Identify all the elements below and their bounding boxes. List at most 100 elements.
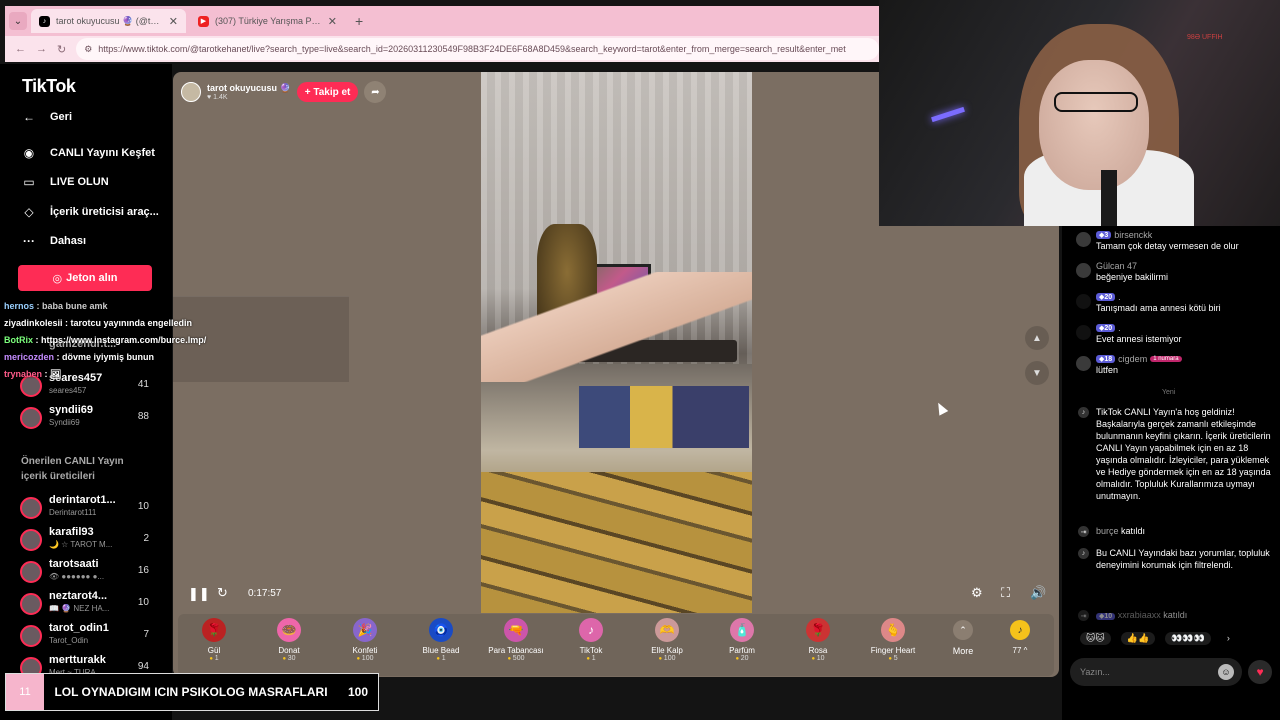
gift-item[interactable]: 🌹 Rosa 10 (782, 618, 854, 662)
account-name: syndii69 (49, 404, 94, 416)
suggested-account[interactable]: tarot_odin1 Tarot_Odin 7 (20, 622, 155, 650)
nav-item-more[interactable]: ··· Dahası (20, 234, 86, 248)
site-settings-icon[interactable]: ⚙ (84, 44, 92, 55)
welcome-text: TikTok CANLI Yayın'a hoş geldiniz! Başka… (1096, 407, 1271, 501)
gift-name: Gül (207, 646, 221, 655)
tiktok-logo[interactable]: TikTok (22, 76, 76, 97)
more-gifts-label: More (952, 646, 974, 656)
gift-item[interactable]: 🌹 Gül 1 (178, 618, 250, 662)
get-coins-button[interactable]: ◎ Jeton alın (18, 265, 152, 291)
blue-bead-icon: 🧿 (429, 618, 453, 642)
system-message: ♪ Bu CANLI Yayındaki bazı yorumlar, topl… (1076, 547, 1272, 571)
forward-arrow-icon[interactable]: → (36, 43, 47, 55)
previous-live-button[interactable]: ▲ (1025, 326, 1049, 350)
chat-username[interactable]: . (1118, 292, 1121, 302)
gift-item[interactable]: 🧴 Parfüm 20 (706, 618, 778, 662)
heart-icon[interactable]: ♥ (1248, 660, 1272, 684)
chat-username[interactable]: burçe (1096, 526, 1119, 536)
back-button[interactable]: ← Geri (20, 110, 72, 124)
url-input[interactable]: ⚙ https://www.tiktok.com/@tarotkehanet/l… (76, 38, 879, 60)
chat-username[interactable]: xxrabiaaxx (1118, 610, 1161, 620)
suggested-account[interactable]: neztarot4... 📖 🔮 NEZ HA... 10 (20, 590, 155, 618)
goal-text: LOL OYNADIGIM ICIN PSIKOLOG MASRAFLARI (54, 685, 328, 699)
next-live-button[interactable]: ▼ (1025, 361, 1049, 385)
overlay-chat-line: hernos : baba bune amk (4, 301, 108, 311)
quick-reaction-button[interactable]: 👀👀👀 (1165, 632, 1211, 645)
back-arrow-icon[interactable]: ← (15, 43, 26, 55)
overlay-chat-line: trynaben : 🖼 (4, 369, 62, 379)
level-badge: ◆3 (1096, 231, 1112, 239)
more-dots-icon: ··· (23, 234, 35, 248)
chevron-right-icon[interactable]: › (1221, 632, 1236, 645)
chat-username[interactable]: cigdem (1118, 354, 1147, 364)
settings-icon[interactable]: ⚙ (971, 585, 983, 601)
coin-icon: ◎ (52, 272, 63, 285)
suggested-account[interactable]: derintarot1... Derintarot111 10 (20, 494, 155, 522)
emoji-icon[interactable]: ☺ (1218, 664, 1234, 680)
chat-username[interactable]: birsenckk (1114, 230, 1152, 240)
live-video[interactable] (481, 72, 752, 613)
window-menu-icon[interactable]: ⌄ (9, 12, 27, 30)
gift-name: Blue Bead (422, 646, 460, 655)
quick-reaction-button[interactable]: 👍👍 (1120, 632, 1156, 645)
fullscreen-icon[interactable]: ⛶ (1001, 585, 1010, 601)
gift-price: 1 (178, 655, 250, 662)
chat-username[interactable]: . (1118, 323, 1121, 333)
gift-item[interactable]: 🔫 Para Tabancası 500 (480, 618, 552, 662)
volume-icon[interactable]: 🔊 (1030, 585, 1046, 601)
join-text: katıldı (1163, 610, 1188, 620)
nav-item-live-discover[interactable]: ◉ CANLI Yayını Keşfet (20, 146, 155, 160)
chat-username[interactable]: Gülcan 47 (1096, 261, 1137, 271)
gift-price: 1 (405, 655, 477, 662)
gift-price: 30 (253, 655, 325, 662)
gift-name: Rosa (808, 646, 828, 655)
coin-balance-button[interactable]: ♪ 77 ^ (1000, 620, 1040, 655)
account-name: tarotsaati (49, 558, 99, 570)
streamer-name[interactable]: tarot okuyucusu 🔮 (207, 83, 291, 94)
webcam-glasses (1054, 92, 1138, 112)
gift-item[interactable]: 🧿 Blue Bead 1 (405, 618, 477, 662)
account-subtitle: 👁 ●●●●●● ●... (49, 572, 105, 581)
browser-tab-tiktok[interactable]: ♪ tarot okuyucusu 🔮 (@tarot ✕ (31, 9, 186, 33)
avatar (1076, 356, 1091, 371)
share-icon[interactable]: ➦ (364, 81, 387, 103)
chat-input[interactable]: Yazın... (1070, 658, 1242, 686)
close-tab-icon[interactable]: ✕ (328, 15, 337, 28)
nav-label: CANLI Yayını Keşfet (50, 147, 155, 159)
close-tab-icon[interactable]: ✕ (169, 15, 178, 28)
level-badge: ◆20 (1096, 324, 1116, 332)
streamer-header: tarot okuyucusu 🔮 ♥ 1.4K + Takip et ➦ (181, 80, 387, 104)
account-name: derintarot1... (49, 494, 116, 506)
gift-item[interactable]: 🫶 Elle Kalp 100 (631, 618, 703, 662)
chevron-up-icon: ⌃ (953, 620, 973, 640)
account-name: tarot_odin1 (49, 622, 109, 634)
level-badge: ◆18 (1096, 355, 1116, 363)
new-tab-icon[interactable]: + (349, 13, 369, 29)
gift-item[interactable]: 🎉 Konfeti 100 (329, 618, 401, 662)
refresh-icon[interactable]: ↻ (217, 585, 228, 601)
gift-item[interactable]: 🫰 Finger Heart 5 (857, 618, 929, 662)
follow-button[interactable]: + Takip et (296, 82, 359, 102)
video-card-boxes (579, 386, 749, 448)
streamer-avatar[interactable] (181, 82, 201, 102)
url-text: https://www.tiktok.com/@tarotkehanet/liv… (98, 44, 846, 54)
quick-reaction-button[interactable]: 🐱🐱 (1080, 632, 1111, 645)
reload-icon[interactable]: ↻ (57, 43, 66, 56)
account-subtitle: Syndii69 (49, 418, 80, 427)
chat-text: lütfen (1096, 365, 1119, 375)
overlay-chat-line: mericozden : dövme iyiymiş bunun (4, 352, 155, 362)
browser-tab-youtube[interactable]: ▶ (307) Türkiye Yarışma Programı ✕ (190, 9, 345, 33)
gift-item[interactable]: 🍩 Donat 30 (253, 618, 325, 662)
gift-item[interactable]: ♪ TikTok 1 (555, 618, 627, 662)
nav-item-creator-tools[interactable]: ◇ İçerik üreticisi araç... (20, 205, 158, 219)
nav-item-go-live[interactable]: ▭ LIVE OLUN (20, 175, 108, 189)
quick-reactions: 🐱🐱 👍👍 👀👀👀 › (1080, 632, 1236, 645)
more-gifts-button[interactable]: ⌃ More (948, 620, 978, 656)
avatar (1076, 325, 1091, 340)
followed-account[interactable]: syndii69 Syndii69 88 (20, 404, 155, 432)
suggested-account[interactable]: tarotsaati 👁 ●●●●●● ●... 16 (20, 558, 155, 586)
avatar (20, 625, 42, 647)
suggested-account[interactable]: karafil93 🌙 ☆ TAROT M... 2 (20, 526, 155, 554)
pause-icon[interactable]: ❚❚ (188, 586, 210, 602)
account-subtitle: seares457 (49, 386, 87, 395)
